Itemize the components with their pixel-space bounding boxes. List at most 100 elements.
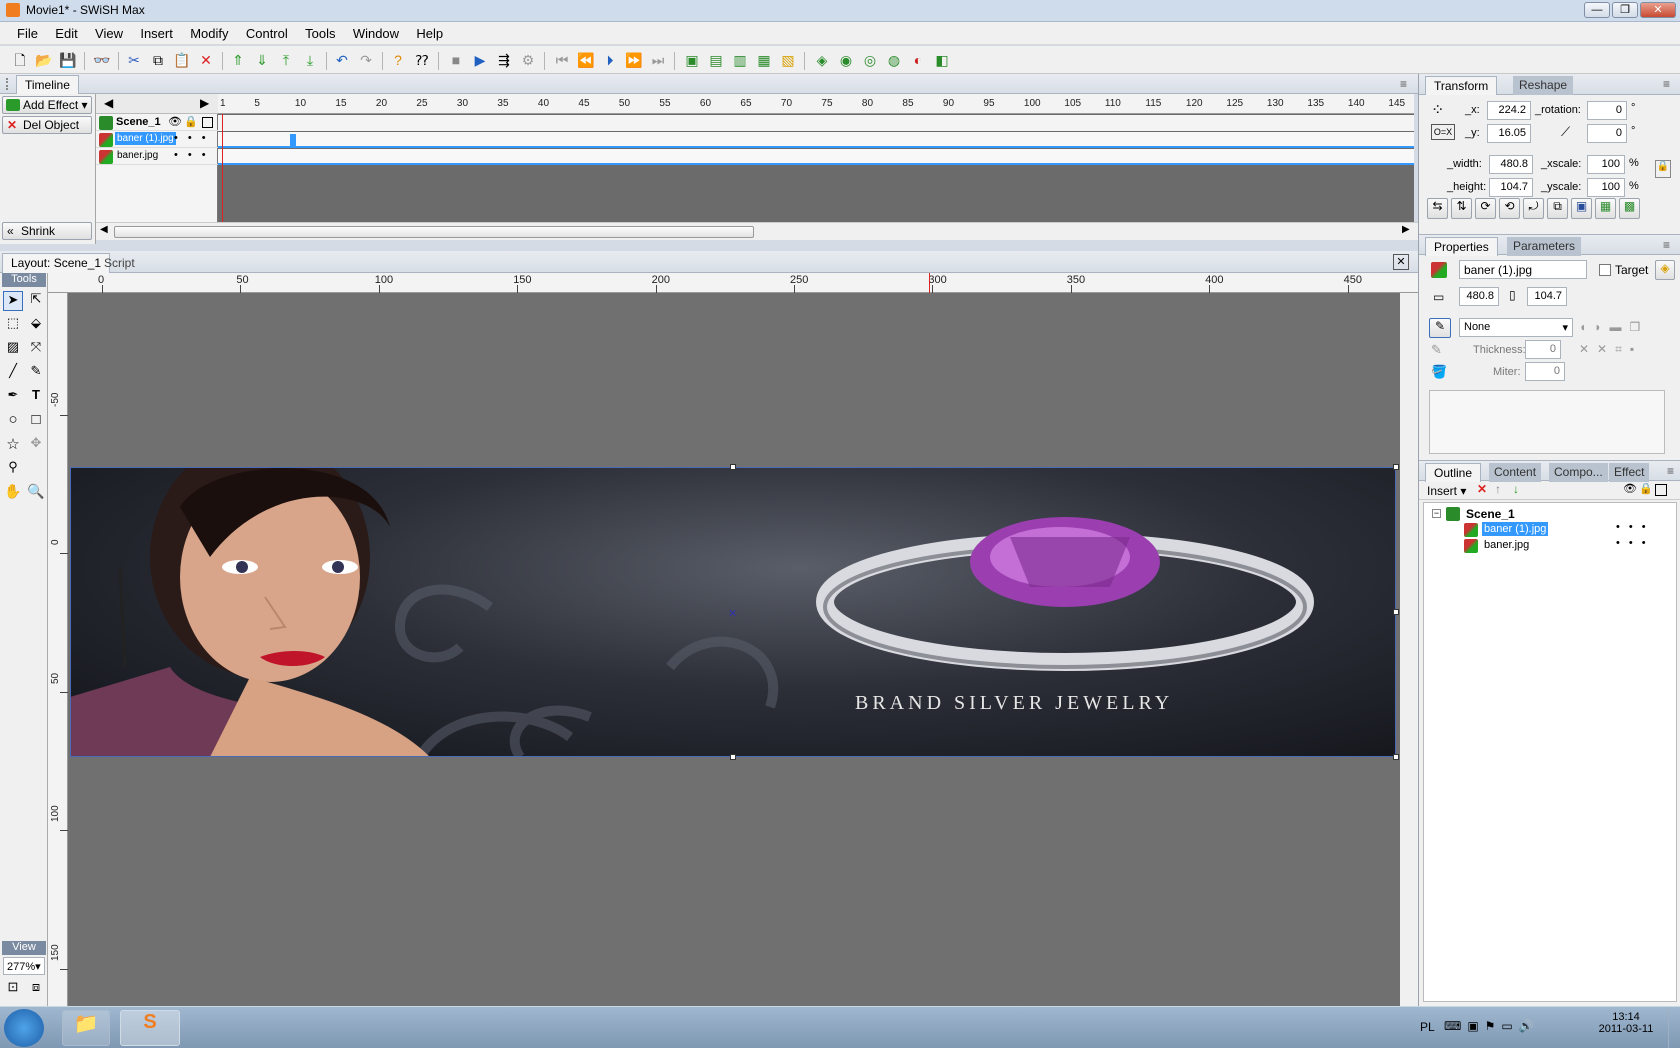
tree-item[interactable]: baner.jpg xyxy=(1484,539,1529,551)
align-grid-alt-icon[interactable]: ▩ xyxy=(1619,198,1640,219)
tab-transform[interactable]: Transform xyxy=(1425,76,1498,95)
tab-content[interactable]: Content xyxy=(1489,463,1542,482)
play-effect-icon[interactable]: ⚙ xyxy=(518,50,538,70)
timeline-scroll-thumb[interactable] xyxy=(114,226,754,238)
show-desktop-button[interactable] xyxy=(1668,1007,1680,1048)
rotate-icon[interactable]: ⟳ xyxy=(1475,198,1496,219)
layout-vscroll[interactable] xyxy=(1400,293,1418,1006)
miter-input[interactable]: 0 xyxy=(1525,362,1565,381)
autoshape-star-icon[interactable]: ☆ xyxy=(3,435,23,455)
pencil-tool-icon[interactable]: ✎ xyxy=(26,363,46,383)
play-timeline-icon[interactable]: ⇶ xyxy=(494,50,514,70)
play-icon[interactable]: ▶ xyxy=(470,50,490,70)
next-frame-icon[interactable]: ⏩ xyxy=(624,50,644,70)
join-icons[interactable]: ✕✕⌗▪ xyxy=(1579,342,1642,357)
insert-image-icon[interactable]: ▧ xyxy=(778,50,798,70)
first-frame-icon[interactable]: ⏮ xyxy=(552,50,572,70)
next-frame-arrow-icon[interactable]: ▶ xyxy=(200,96,209,110)
timeline-row-baner1[interactable]: baner (1).jpg ••• xyxy=(96,132,218,148)
clock[interactable]: 13:14 2011-03-11 xyxy=(1596,1011,1656,1035)
group-shape-icon[interactable]: ◍ xyxy=(884,50,904,70)
menu-control[interactable]: Control xyxy=(239,22,295,43)
break-apart-icon[interactable]: ◐ xyxy=(908,50,928,70)
fill-transform-icon[interactable]: ▨ xyxy=(3,339,23,359)
copy-icon[interactable]: ⧉ xyxy=(148,50,168,70)
new-file-icon[interactable]: 🗋 xyxy=(10,50,30,70)
open-folder-icon[interactable]: 📂 xyxy=(34,50,54,70)
transform-tool-icon[interactable]: ⬚ xyxy=(3,315,23,335)
panel-menu-icon[interactable]: ≡ xyxy=(1663,238,1670,252)
line-cap-icons[interactable]: ◖◗▬❒ xyxy=(1579,320,1648,334)
tree-scene[interactable]: Scene_1 xyxy=(1466,507,1515,521)
line-style-select[interactable]: None ▾ xyxy=(1459,318,1573,337)
start-button[interactable] xyxy=(4,1009,44,1047)
reshape-tool-icon[interactable]: ⬙ xyxy=(26,315,46,335)
outline-eye-icon[interactable]: 👁 xyxy=(1623,482,1637,495)
outline-box-icon[interactable] xyxy=(1655,484,1667,496)
del-object-button[interactable]: ✕ Del Object xyxy=(2,116,92,134)
paste-icon[interactable]: 📋 xyxy=(172,50,192,70)
insert-sprite-icon[interactable]: ▦ xyxy=(754,50,774,70)
tab-components[interactable]: Compo... xyxy=(1549,463,1608,482)
resize-handle-top-right[interactable] xyxy=(1393,464,1399,470)
step-frame-icon[interactable]: ⏵ xyxy=(600,50,620,70)
panel-menu-icon[interactable]: ≡ xyxy=(1400,77,1407,91)
outline-move-down-icon[interactable]: ↓ xyxy=(1513,482,1519,496)
group-sprite-icon[interactable]: ◉ xyxy=(836,50,856,70)
skew-input[interactable]: 0 xyxy=(1587,124,1627,143)
close-layout-icon[interactable]: ✕ xyxy=(1393,254,1409,270)
save-icon[interactable]: 💾 xyxy=(58,50,78,70)
text-tool-icon[interactable]: T xyxy=(26,387,46,407)
group-button-icon[interactable]: ◎ xyxy=(860,50,880,70)
language-indicator[interactable]: PL xyxy=(1420,1020,1435,1034)
resize-handle-right[interactable] xyxy=(1393,609,1399,615)
menu-view[interactable]: View xyxy=(88,22,130,43)
eyedropper-icon[interactable]: ⚲ xyxy=(3,459,23,479)
tab-timeline[interactable]: Timeline xyxy=(16,75,79,94)
move-bottom-icon[interactable]: ⤓ xyxy=(300,50,320,70)
timeline-frames[interactable]: 1 5 10 15 20 25 30 35 40 45 50 55 60 65 70 75 80 85 90 95 10… xyxy=(218,94,1414,222)
anchor-point-icon[interactable]: ✕ xyxy=(728,607,737,620)
visibility-eye-icon[interactable]: 👁 xyxy=(168,115,182,128)
anchor-toggle-icon[interactable]: O=X xyxy=(1431,124,1455,140)
properties-notes-area[interactable] xyxy=(1429,390,1665,454)
y-input[interactable]: 16.05 xyxy=(1487,124,1531,143)
menu-insert[interactable]: Insert xyxy=(133,22,180,43)
proportional-lock-icon[interactable]: 🔒 xyxy=(1655,160,1671,178)
rotation-input[interactable]: 0 xyxy=(1587,101,1627,120)
cut-icon[interactable]: ✂ xyxy=(124,50,144,70)
context-help-icon[interactable]: ⁇ xyxy=(412,50,432,70)
x-input[interactable]: 224.2 xyxy=(1487,101,1531,120)
tab-script[interactable]: Script xyxy=(104,256,135,270)
flip-vertical-icon[interactable]: ⇅ xyxy=(1451,198,1472,219)
scroll-left-icon[interactable]: ◀ xyxy=(100,224,108,235)
last-frame-icon[interactable]: ⏭ xyxy=(648,50,668,70)
width-input[interactable]: 480.8 xyxy=(1489,155,1533,174)
prop-width-input[interactable]: 480.8 xyxy=(1459,287,1499,306)
resize-handle-bottom[interactable] xyxy=(730,754,736,760)
move-down-icon[interactable]: ⇓ xyxy=(252,50,272,70)
stop-icon[interactable]: ■ xyxy=(446,50,466,70)
subselect-tool-icon[interactable]: ⇱ xyxy=(26,291,46,311)
timeline-row-scene[interactable]: Scene_1 👁 🔒 xyxy=(96,115,218,131)
menu-modify[interactable]: Modify xyxy=(183,22,235,43)
resize-handle-bottom-right[interactable] xyxy=(1393,754,1399,760)
target-checkbox[interactable] xyxy=(1599,264,1611,276)
menu-help[interactable]: Help xyxy=(409,22,450,43)
group-icon[interactable]: ◈ xyxy=(812,50,832,70)
line-pencil-icon[interactable]: ✎ xyxy=(1429,318,1451,338)
rectangle-tool-icon[interactable]: □ xyxy=(26,411,46,431)
zoom-select[interactable]: 277%▾ xyxy=(3,957,45,975)
keyframe-marker[interactable] xyxy=(290,134,296,146)
motion-path-icon[interactable]: ⤧ xyxy=(26,339,46,359)
help-icon[interactable]: ? xyxy=(388,50,408,70)
move-top-icon[interactable]: ⤒ xyxy=(276,50,296,70)
zoom-fit-icon[interactable]: ⊡ xyxy=(3,979,23,999)
hand-tool-icon[interactable]: ✋ xyxy=(3,483,23,503)
restore-button[interactable]: ❐ xyxy=(1612,2,1638,18)
insert-button-icon[interactable]: ▥ xyxy=(730,50,750,70)
outline-move-up-icon[interactable]: ↑ xyxy=(1495,482,1501,496)
height-input[interactable]: 104.7 xyxy=(1489,178,1533,197)
copy-transform-icon[interactable]: ⧉ xyxy=(1547,198,1568,219)
timeline-row-baner[interactable]: baner.jpg ••• xyxy=(96,149,218,165)
